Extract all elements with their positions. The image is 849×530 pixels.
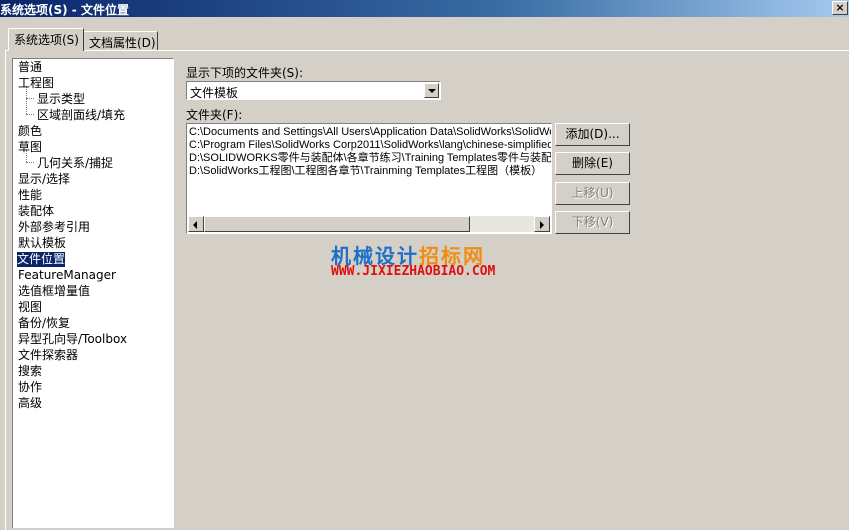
dropdown-button[interactable] bbox=[424, 83, 439, 98]
title-bar: 系统选项(S) - 文件位置 × bbox=[0, 0, 849, 17]
horizontal-scrollbar[interactable] bbox=[188, 216, 550, 232]
tree-item-sketch[interactable]: 草图 bbox=[18, 140, 42, 155]
tree-item-display-selection[interactable]: 显示/选择 bbox=[18, 172, 70, 187]
tree-item-file-explorer[interactable]: 文件探索器 bbox=[18, 348, 78, 363]
tree-item-general[interactable]: 普通 bbox=[18, 60, 42, 75]
delete-button[interactable]: 删除(E) bbox=[555, 152, 630, 175]
watermark-url: WWW.JIXIEZHAOBIAO.COM bbox=[331, 264, 496, 279]
folders-list[interactable]: C:\Documents and Settings\All Users\Appl… bbox=[186, 123, 552, 234]
show-folders-for-value: 文件模板 bbox=[190, 86, 239, 100]
tree-item-backup-recover[interactable]: 备份/恢复 bbox=[18, 316, 70, 331]
tab-system-options[interactable]: 系统选项(S) bbox=[8, 28, 84, 51]
show-folders-for-label: 显示下项的文件夹(S): bbox=[186, 66, 304, 80]
folders-label: 文件夹(F): bbox=[186, 108, 243, 122]
tree-item-area-hatch[interactable]: 区域剖面线/填充 bbox=[37, 108, 125, 123]
tree-item-assemblies[interactable]: 装配体 bbox=[18, 204, 54, 219]
tree-connector bbox=[26, 162, 34, 163]
tree-item-performance[interactable]: 性能 bbox=[18, 188, 42, 203]
tree-item-spin-box-increments[interactable]: 选值框增量值 bbox=[18, 284, 90, 299]
close-icon: × bbox=[835, 1, 845, 14]
tree-item-collaboration[interactable]: 协作 bbox=[18, 380, 42, 395]
arrow-left-icon bbox=[193, 221, 197, 229]
tree-item-advanced[interactable]: 高级 bbox=[18, 396, 42, 411]
tree-item-hole-wizard-toolbox[interactable]: 异型孔向导/Toolbox bbox=[18, 332, 127, 347]
tab-label: 系统选项(S) bbox=[14, 33, 79, 47]
show-folders-for-select[interactable]: 文件模板 bbox=[186, 81, 441, 100]
close-button[interactable]: × bbox=[832, 1, 848, 15]
add-button[interactable]: 添加(D)... bbox=[555, 123, 630, 146]
window-title: 系统选项(S) - 文件位置 bbox=[0, 3, 129, 17]
list-item[interactable]: C:\Documents and Settings\All Users\Appl… bbox=[189, 126, 551, 139]
tree-item-search[interactable]: 搜索 bbox=[18, 364, 42, 379]
tree-connector bbox=[26, 114, 34, 115]
move-up-button[interactable]: 上移(U) bbox=[555, 182, 630, 205]
list-item[interactable]: D:\SOLIDWORKS零件与装配体\各章节练习\Training Templ… bbox=[189, 152, 551, 165]
tree-item-drawings[interactable]: 工程图 bbox=[18, 76, 54, 91]
scroll-thumb[interactable] bbox=[204, 216, 470, 232]
tree-item-colors[interactable]: 颜色 bbox=[18, 124, 42, 139]
chevron-down-icon bbox=[428, 89, 436, 93]
tree-item-default-templates[interactable]: 默认模板 bbox=[18, 236, 66, 251]
arrow-right-icon bbox=[540, 221, 544, 229]
tree-item-file-locations[interactable]: 文件位置 bbox=[15, 251, 67, 268]
scroll-right-button[interactable] bbox=[534, 216, 550, 232]
tree-item-featuremanager[interactable]: FeatureManager bbox=[18, 268, 116, 283]
scroll-left-button[interactable] bbox=[188, 216, 204, 232]
list-item[interactable]: C:\Program Files\SolidWorks Corp2011\Sol… bbox=[189, 139, 551, 152]
tree-connector bbox=[26, 98, 34, 99]
tab-document-properties[interactable]: 文档属性(D) bbox=[83, 31, 158, 51]
move-down-button[interactable]: 下移(V) bbox=[555, 211, 630, 234]
options-tree[interactable]: 普通 工程图 显示类型 区域剖面线/填充 颜色 草图 几何关系/捕捉 显示/选择… bbox=[12, 58, 174, 528]
list-item[interactable]: D:\SolidWorks工程图\工程图各章节\Trainming Templa… bbox=[189, 165, 542, 178]
tree-item-display-style[interactable]: 显示类型 bbox=[37, 92, 85, 107]
tree-item-view[interactable]: 视图 bbox=[18, 300, 42, 315]
tree-item-relations-snaps[interactable]: 几何关系/捕捉 bbox=[37, 156, 113, 171]
tree-item-external-references[interactable]: 外部参考引用 bbox=[18, 220, 90, 235]
tab-label: 文档属性(D) bbox=[89, 36, 156, 50]
